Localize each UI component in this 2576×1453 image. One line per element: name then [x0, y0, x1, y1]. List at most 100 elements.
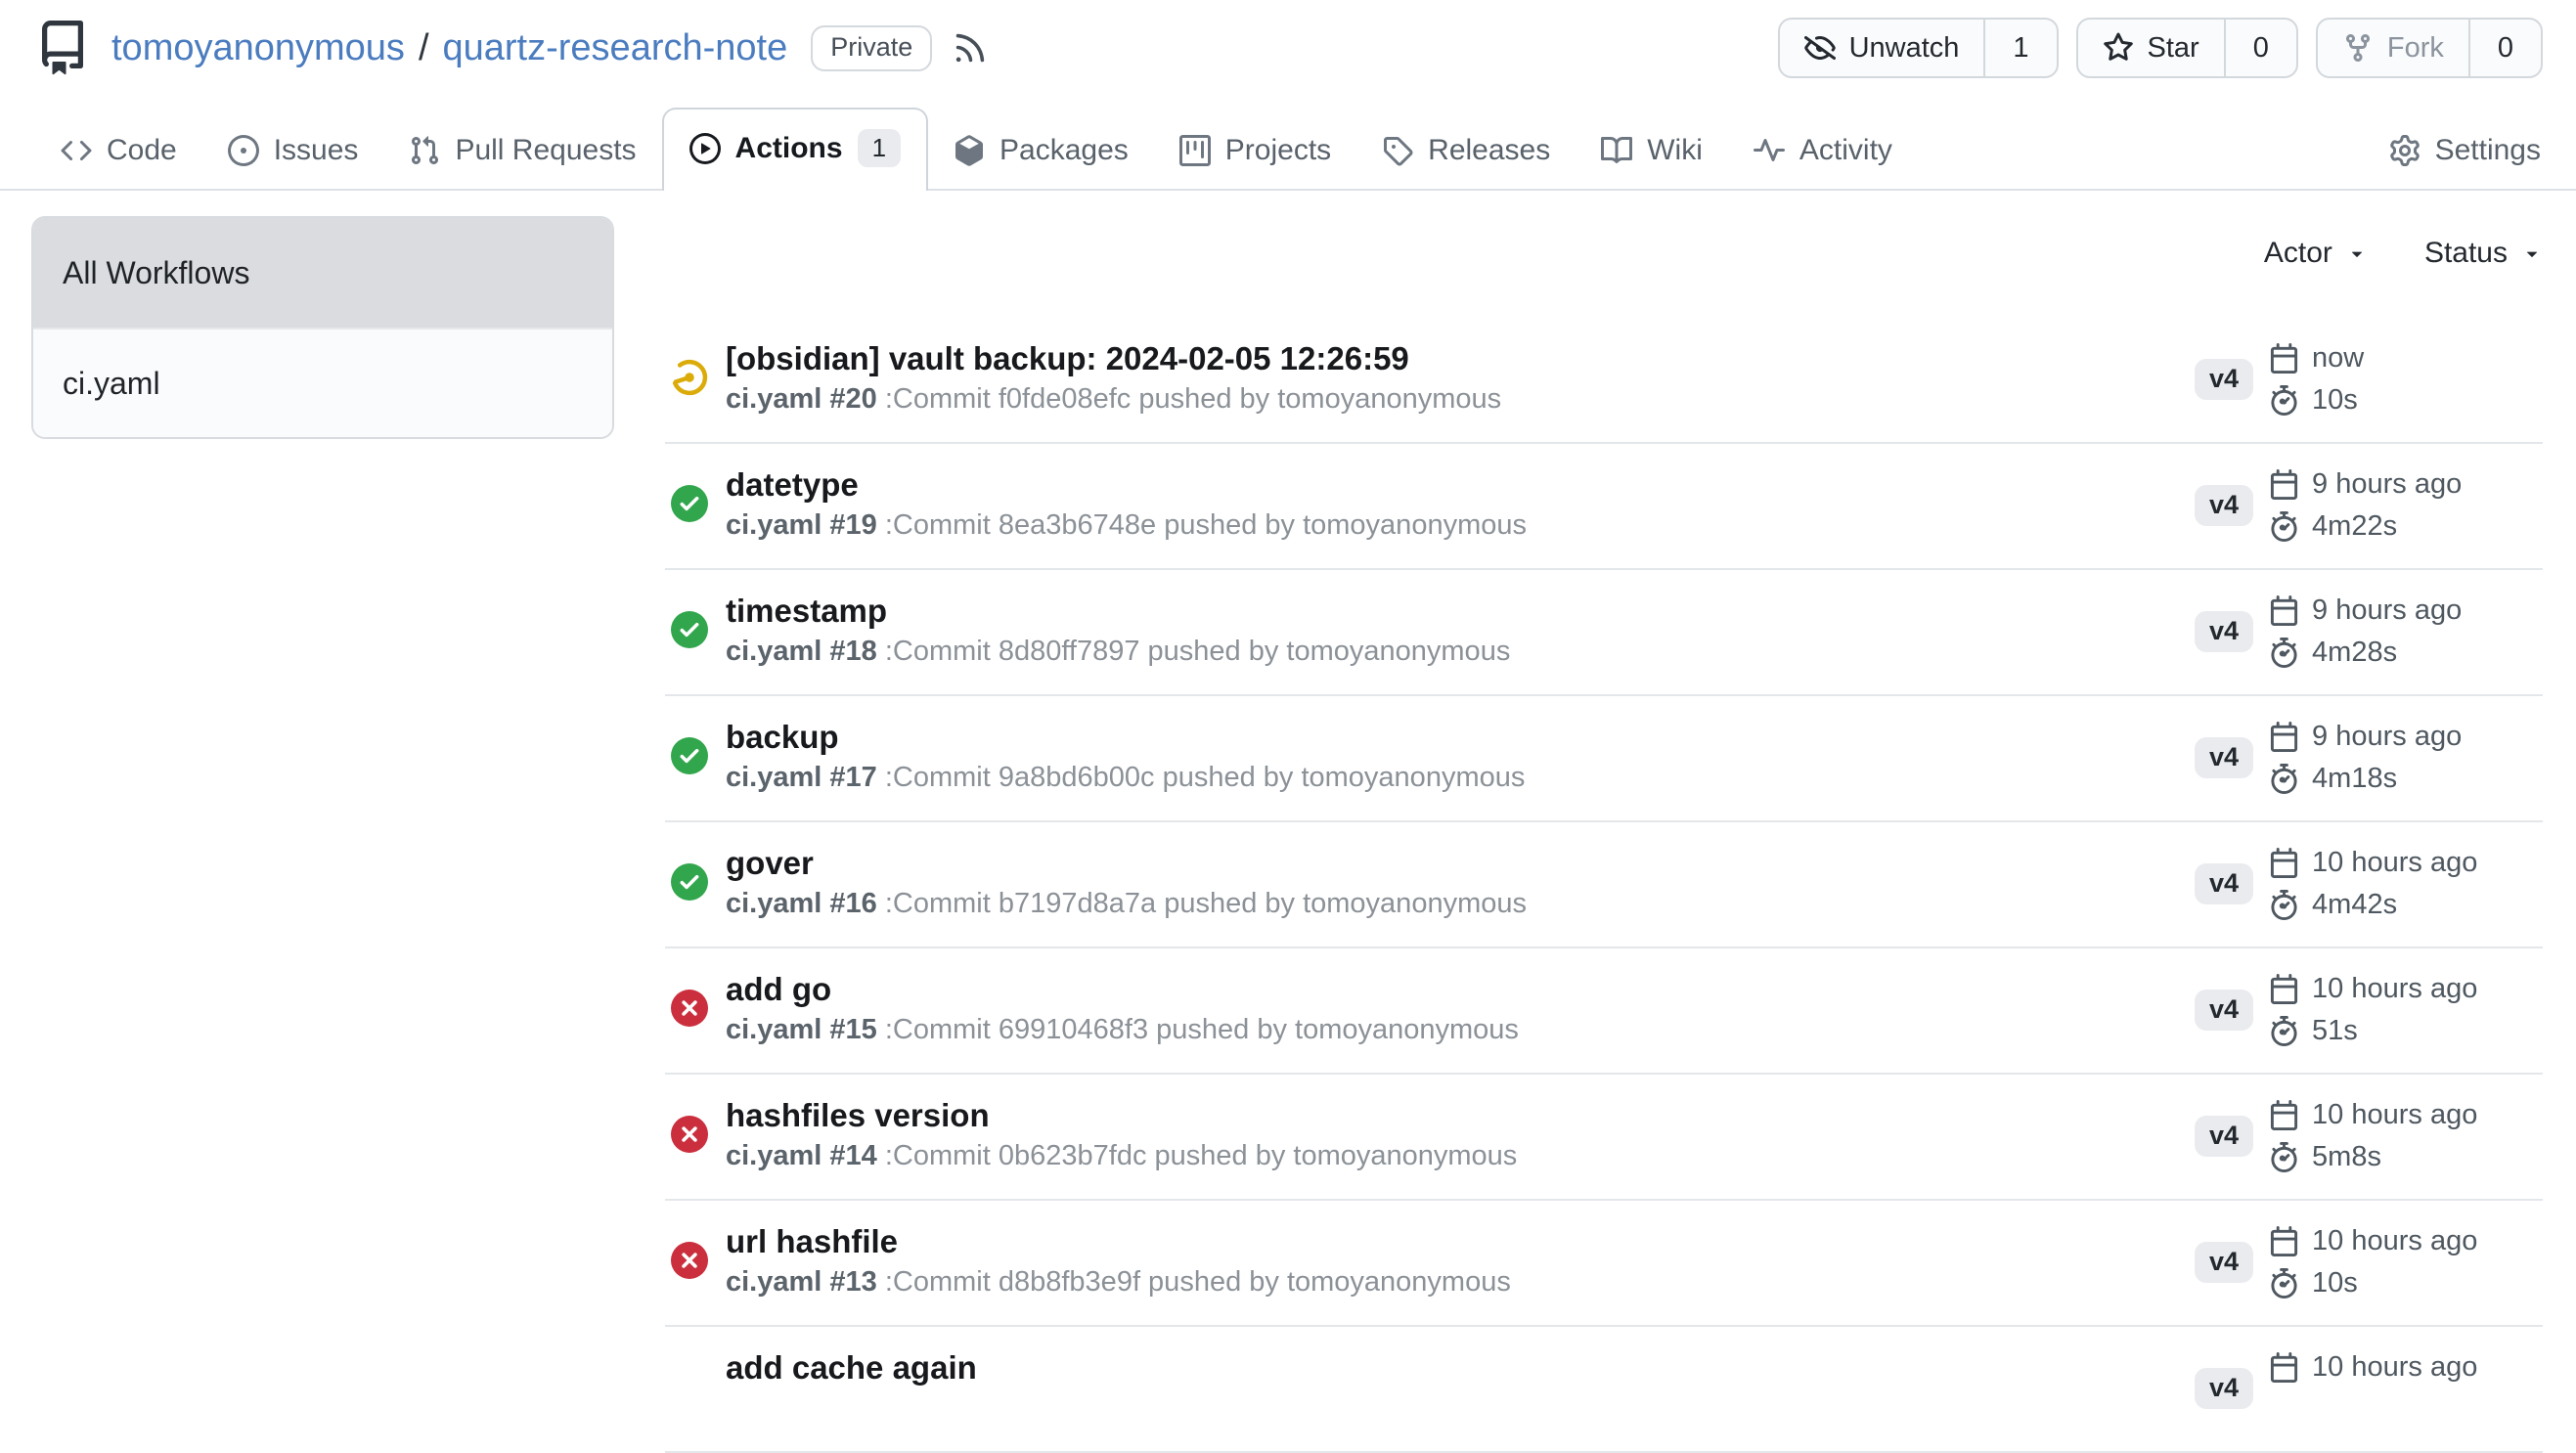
- chevron-down-icon: [2346, 242, 2368, 264]
- run-workflow-number[interactable]: ci.yaml #14: [726, 1140, 877, 1171]
- fork-count[interactable]: 0: [2468, 20, 2541, 76]
- star-button[interactable]: Star: [2078, 20, 2224, 76]
- run-workflow-number[interactable]: ci.yaml #19: [726, 509, 877, 541]
- tab-settings[interactable]: Settings: [2364, 114, 2541, 189]
- run-info: timestamp ci.yaml #18 :Commit 8d80ff7897…: [726, 594, 2195, 668]
- run-time: now: [2269, 341, 2364, 374]
- star-count[interactable]: 0: [2224, 20, 2296, 76]
- run-filters: Actor Status: [665, 216, 2543, 271]
- run-workflow-number[interactable]: ci.yaml #13: [726, 1266, 877, 1298]
- run-workflow-number[interactable]: ci.yaml #16: [726, 888, 877, 919]
- run-meta: v4 10 hours ago 5m8s: [2195, 1098, 2543, 1173]
- tab-wiki[interactable]: Wiki: [1576, 114, 1728, 189]
- run-time: 9 hours ago: [2269, 467, 2462, 501]
- workflow-run-row: datetype ci.yaml #19 :Commit 8ea3b6748e …: [665, 444, 2543, 570]
- run-time-text: 9 hours ago: [2312, 721, 2462, 753]
- tab-activity[interactable]: Activity: [1728, 114, 1918, 189]
- tab-code[interactable]: Code: [35, 114, 202, 189]
- run-time-text: 10 hours ago: [2312, 1351, 2477, 1384]
- stopwatch-icon: [2269, 1016, 2299, 1046]
- header-action-buttons: Unwatch1 Star 0 Fork 0: [1778, 18, 2543, 78]
- run-subtitle: ci.yaml #15 :Commit 69910468f3 pushed by…: [726, 1013, 2195, 1046]
- workflow-run-row: [obsidian] vault backup: 2024-02-05 12:2…: [665, 318, 2543, 444]
- tab-actions[interactable]: Actions1: [662, 108, 928, 191]
- stopwatch-icon: [2269, 1268, 2299, 1299]
- success-icon: [671, 737, 708, 774]
- visibility-badge: Private: [811, 25, 932, 71]
- tab-projects[interactable]: Projects: [1154, 114, 1356, 189]
- tab-pull-requests[interactable]: Pull Requests: [383, 114, 661, 189]
- run-time-text: now: [2312, 342, 2364, 374]
- workflow-run-row: url hashfile ci.yaml #13 :Commit d8b8fb3…: [665, 1201, 2543, 1327]
- run-title-link[interactable]: hashfiles version: [726, 1098, 2195, 1133]
- run-subtitle: ci.yaml #19 :Commit 8ea3b6748e pushed by…: [726, 508, 2195, 542]
- run-meta: v4 10 hours ago: [2195, 1350, 2543, 1426]
- run-meta-column: 10 hours ago 51s: [2269, 972, 2477, 1047]
- run-subtitle: ci.yaml #14 :Commit 0b623b7fdc pushed by…: [726, 1139, 2195, 1172]
- repo-icon: [35, 19, 90, 77]
- run-version-badge: v4: [2195, 863, 2253, 904]
- tab-issues[interactable]: Issues: [202, 114, 384, 189]
- run-title-link[interactable]: [obsidian] vault backup: 2024-02-05 12:2…: [726, 341, 2195, 376]
- repo-name-link[interactable]: quartz-research-note: [443, 27, 788, 69]
- workflow-run-row: timestamp ci.yaml #18 :Commit 8d80ff7897…: [665, 570, 2543, 696]
- success-icon: [671, 863, 708, 901]
- calendar-icon: [2269, 848, 2299, 878]
- fork-button-group: Fork 0: [2316, 18, 2543, 78]
- run-title-link[interactable]: datetype: [726, 467, 2195, 503]
- tab-releases-label: Releases: [1428, 134, 1550, 167]
- project-icon: [1179, 135, 1211, 166]
- run-subtitle: ci.yaml #16 :Commit b7197d8a7a pushed by…: [726, 887, 2195, 920]
- run-duration-text: 10s: [2312, 384, 2358, 417]
- run-workflow-number[interactable]: ci.yaml #20: [726, 383, 877, 415]
- actor-filter-dropdown[interactable]: Actor: [2264, 236, 2368, 271]
- repo-nav-tabs: Code IssuesPull RequestsActions1PackagesP…: [0, 108, 2576, 191]
- run-workflow-number[interactable]: ci.yaml #18: [726, 636, 877, 667]
- run-meta: v4 9 hours ago 4m18s: [2195, 720, 2543, 795]
- tab-actions-label: Actions: [735, 132, 843, 165]
- run-duration-text: 4m42s: [2312, 889, 2397, 921]
- calendar-icon: [2269, 1100, 2299, 1130]
- rss-icon[interactable]: [952, 29, 989, 66]
- star-label: Star: [2148, 32, 2199, 65]
- run-meta: v4 9 hours ago 4m22s: [2195, 467, 2543, 543]
- unwatch-button[interactable]: Unwatch: [1780, 20, 1984, 76]
- failure-icon: [671, 1116, 708, 1153]
- run-workflow-number[interactable]: ci.yaml #15: [726, 1014, 877, 1045]
- sidebar-item-all-workflows[interactable]: All Workflows: [33, 218, 612, 328]
- run-title-link[interactable]: timestamp: [726, 594, 2195, 629]
- run-title-link[interactable]: backup: [726, 720, 2195, 755]
- star-button-group: Star 0: [2076, 18, 2298, 78]
- run-meta: v4 9 hours ago 4m28s: [2195, 594, 2543, 669]
- run-title-link[interactable]: gover: [726, 846, 2195, 881]
- run-subtitle: ci.yaml #20 :Commit f0fde08efc pushed by…: [726, 382, 2195, 416]
- run-info: datetype ci.yaml #19 :Commit 8ea3b6748e …: [726, 467, 2195, 542]
- run-title-link[interactable]: url hashfile: [726, 1224, 2195, 1259]
- run-title-link[interactable]: add go: [726, 972, 2195, 1007]
- unwatch-count[interactable]: 1: [1983, 20, 2056, 76]
- run-meta-column: 10 hours ago 5m8s: [2269, 1098, 2477, 1173]
- run-duration: 4m42s: [2269, 888, 2477, 921]
- fork-icon: [2342, 32, 2374, 64]
- workflows-sidebar: All Workflowsci.yaml: [31, 216, 614, 439]
- run-title-link[interactable]: add cache again: [726, 1350, 2195, 1386]
- tab-packages[interactable]: Packages: [928, 114, 1154, 189]
- run-commit-description: :Commit 0b623b7fdc pushed by tomoyanonym…: [885, 1140, 1517, 1171]
- fork-label: Fork: [2387, 32, 2444, 65]
- workflow-run-row: backup ci.yaml #17 :Commit 9a8bd6b00c pu…: [665, 696, 2543, 822]
- run-info: hashfiles version ci.yaml #14 :Commit 0b…: [726, 1098, 2195, 1172]
- fork-button[interactable]: Fork: [2318, 20, 2468, 76]
- repo-header: tomoyanonymous / quartz-research-note Pr…: [0, 0, 2576, 84]
- status-filter-dropdown[interactable]: Status: [2424, 236, 2543, 271]
- run-commit-description: :Commit 9a8bd6b00c pushed by tomoyanonym…: [885, 762, 1526, 793]
- tab-code-label: Code: [107, 134, 177, 167]
- run-workflow-number[interactable]: ci.yaml #17: [726, 762, 877, 793]
- run-duration: 51s: [2269, 1014, 2477, 1047]
- run-subtitle: ci.yaml #18 :Commit 8d80ff7897 pushed by…: [726, 635, 2195, 668]
- repo-owner-link[interactable]: tomoyanonymous: [111, 27, 405, 69]
- sidebar-item-ci-yaml[interactable]: ci.yaml: [33, 328, 612, 437]
- run-duration: 4m18s: [2269, 762, 2462, 795]
- run-info: url hashfile ci.yaml #13 :Commit d8b8fb3…: [726, 1224, 2195, 1299]
- actor-filter-label: Actor: [2264, 236, 2332, 271]
- tab-releases[interactable]: Releases: [1356, 114, 1576, 189]
